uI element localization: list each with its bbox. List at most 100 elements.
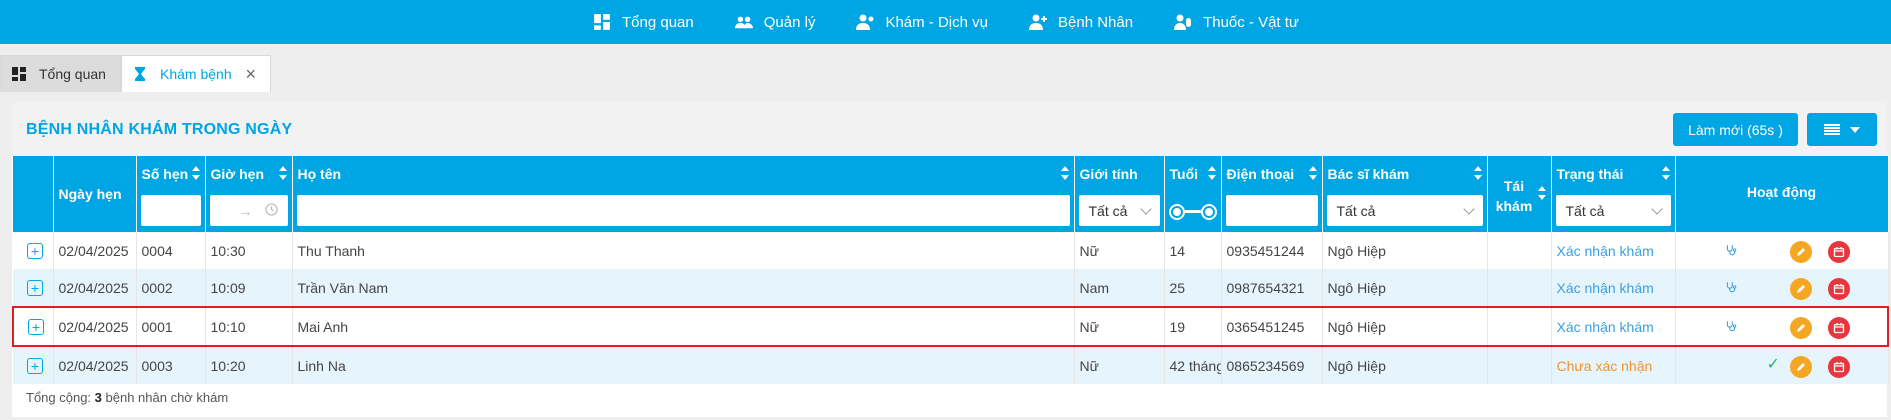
col-doctor[interactable]: Bác sĩ khám Tất cả [1322, 156, 1488, 232]
expand-cell[interactable]: + [13, 346, 54, 384]
status-link[interactable]: Xác nhận khám [1557, 243, 1654, 259]
refresh-button[interactable]: Làm mới (65s ) [1673, 113, 1798, 146]
cell-status[interactable]: Chưa xác nhận [1551, 346, 1676, 384]
sort-icon[interactable] [1661, 166, 1670, 180]
chevron-down-icon [1139, 202, 1152, 215]
sort-icon[interactable] [1308, 166, 1317, 180]
number-filter-input[interactable] [140, 195, 201, 226]
cell-actions [1675, 269, 1889, 307]
cell-gender: Nữ [1074, 232, 1165, 269]
cell-phone: 0865234569 [1221, 346, 1323, 384]
sort-icon[interactable] [1060, 166, 1069, 180]
column-menu-button[interactable] [1807, 113, 1877, 146]
tab-overview[interactable]: Tổng quan [0, 55, 121, 92]
expand-cell[interactable]: + [12, 306, 54, 347]
table-row[interactable]: +02/04/2025 0004 10:30 Thu Thanh Nữ 14 0935451… [13, 232, 1889, 269]
sort-icon[interactable] [1537, 186, 1546, 200]
col-age[interactable]: Tuổi [1164, 156, 1222, 232]
tab-examination[interactable]: Khám bệnh × [121, 55, 271, 92]
list-icon [1824, 123, 1840, 136]
edit-icon[interactable] [1789, 241, 1812, 263]
cell-gender: Nữ [1074, 346, 1165, 384]
sort-icon[interactable] [191, 166, 200, 180]
nav-item-exam-service[interactable]: Khám - Dịch vụ [835, 0, 1008, 44]
age-max-handle[interactable] [1202, 206, 1215, 218]
nav-item-overview[interactable]: Tổng quan [572, 0, 714, 44]
doctor-filter-select[interactable]: Tất cả [1326, 195, 1483, 226]
check-icon[interactable]: ✓ [1767, 354, 1780, 374]
close-icon[interactable]: × [245, 65, 256, 83]
col-actions: Hoạt động [1675, 156, 1889, 232]
nav-item-patient[interactable]: Bệnh Nhân [1008, 0, 1153, 44]
table-row[interactable]: +02/04/2025 0002 10:09 Trần Văn Nam Nam 25 098… [13, 269, 1889, 307]
expand-cell[interactable]: + [13, 232, 54, 269]
edit-icon[interactable] [1789, 317, 1812, 339]
col-date[interactable]: Ngày hẹn [53, 156, 137, 232]
users-icon [734, 12, 754, 32]
col-phone[interactable]: Điện thoại [1221, 156, 1323, 232]
name-filter-input[interactable] [296, 195, 1070, 226]
cell-age: 19 [1164, 306, 1222, 347]
gender-filter-select[interactable]: Tất cả [1078, 195, 1160, 226]
cell-actions [1675, 232, 1889, 269]
cell-revisit [1487, 269, 1552, 307]
calendar-delete-icon[interactable] [1827, 356, 1850, 378]
medicine-icon [1173, 12, 1193, 32]
col-gender[interactable]: Giới tính Tất cả [1074, 156, 1165, 232]
page-title: BỆNH NHÂN KHÁM TRONG NGÀY [26, 121, 293, 138]
cell-status[interactable]: Xác nhận khám [1551, 232, 1676, 269]
cell-number: 0002 [136, 269, 206, 307]
stethoscope-icon[interactable] [1721, 316, 1741, 336]
status-link[interactable]: Xác nhận khám [1557, 280, 1654, 296]
status-link[interactable]: Xác nhận khám [1557, 319, 1654, 335]
expand-cell[interactable]: + [13, 269, 54, 307]
col-number[interactable]: Số hẹn [136, 156, 206, 232]
cell-doctor: Ngô Hiệp [1322, 269, 1488, 307]
panel-header: BỆNH NHÂN KHÁM TRONG NGÀY Làm mới (65s ) [12, 103, 1887, 156]
cell-status[interactable]: Xác nhận khám [1551, 306, 1676, 347]
stethoscope-icon[interactable] [1721, 240, 1741, 260]
calendar-delete-icon[interactable] [1827, 278, 1850, 300]
time-range-filter[interactable]: → [209, 195, 288, 226]
nav-item-management[interactable]: Quản lý [714, 0, 836, 44]
arrow-right-icon: → [238, 202, 253, 219]
age-range-slider[interactable] [1170, 206, 1215, 218]
col-name[interactable]: Họ tên [292, 156, 1075, 232]
cell-revisit [1487, 232, 1552, 269]
calendar-delete-icon[interactable] [1827, 241, 1850, 263]
expand-icon[interactable]: + [27, 242, 43, 259]
col-status[interactable]: Trạng thái Tất cả [1551, 156, 1676, 232]
nav-item-label: Thuốc - Vật tư [1203, 13, 1299, 31]
age-min-handle[interactable] [1170, 206, 1183, 218]
cell-status[interactable]: Xác nhận khám [1551, 269, 1676, 307]
doctor-icon [855, 12, 875, 32]
cell-actions: ✓ [1675, 346, 1889, 384]
status-link[interactable]: Chưa xác nhận [1557, 358, 1653, 374]
phone-filter-input[interactable] [1225, 195, 1318, 226]
cell-age: 42 tháng [1164, 346, 1222, 384]
expand-icon[interactable]: + [27, 357, 43, 374]
sort-icon[interactable] [278, 166, 287, 180]
col-time[interactable]: Giờ hẹn → [205, 156, 293, 232]
cell-date: 02/04/2025 [53, 269, 137, 307]
cell-name: Trần Văn Nam [292, 269, 1075, 307]
edit-icon[interactable] [1789, 356, 1812, 378]
tab-label: Khám bệnh [160, 66, 232, 82]
col-revisit[interactable]: Tái khám [1487, 156, 1552, 232]
sort-icon[interactable] [1207, 166, 1216, 180]
stethoscope-icon[interactable] [1721, 277, 1741, 297]
expand-icon[interactable]: + [28, 318, 44, 335]
cell-name: Thu Thanh [292, 232, 1075, 269]
edit-icon[interactable] [1789, 278, 1812, 300]
sort-icon[interactable] [1473, 166, 1482, 180]
table-row[interactable]: +02/04/2025 0001 10:10 Mai Anh Nữ 19 036545124… [12, 306, 1889, 347]
expand-icon[interactable]: + [27, 279, 43, 296]
table-row[interactable]: +02/04/2025 0003 10:20 Linh Na Nữ 42 tháng 086… [13, 346, 1889, 384]
cell-age: 25 [1164, 269, 1222, 307]
patient-icon [1028, 12, 1048, 32]
cell-phone: 0935451244 [1221, 232, 1323, 269]
hourglass-icon [132, 66, 148, 82]
calendar-delete-icon[interactable] [1827, 317, 1850, 339]
nav-item-medicine[interactable]: Thuốc - Vật tư [1153, 0, 1319, 44]
status-filter-select[interactable]: Tất cả [1555, 195, 1671, 226]
